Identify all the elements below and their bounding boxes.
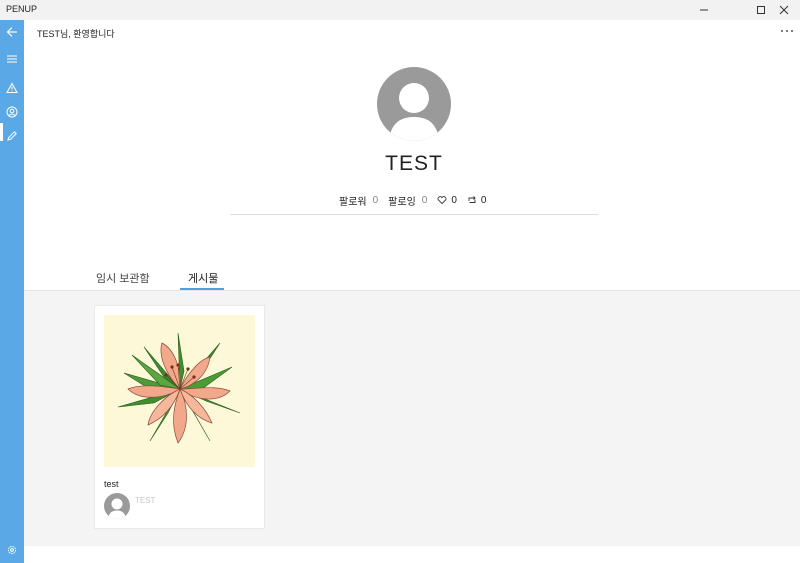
heart-icon [437,196,447,205]
tab-drafts[interactable]: 임시 보관함 [96,270,150,286]
post-title: test [104,479,119,489]
sidebar-settings-button[interactable] [0,540,24,560]
followers-label[interactable]: 팔로워 [339,193,367,208]
profile-divider [230,214,598,215]
alert-triangle-icon [6,82,18,93]
likes-count: 0 [451,194,457,206]
gear-icon [7,545,17,555]
post-author-avatar[interactable] [104,493,130,519]
minimize-button[interactable] [688,0,720,20]
minimize-icon [700,9,708,11]
more-dots-icon [781,30,793,32]
more-options-button[interactable] [778,24,796,38]
profile-stats: 팔로워 0 팔로잉 0 0 0 [339,193,496,208]
close-button[interactable] [768,0,800,20]
back-arrow-icon [6,27,17,37]
close-icon [779,5,789,15]
post-author-name[interactable]: TEST [135,496,155,505]
pencil-icon [7,131,17,141]
repost-icon [468,196,476,203]
sidebar [0,20,24,563]
tab-posts[interactable]: 게시물 [188,270,218,286]
app-title: PENUP [6,4,38,14]
title-bar: PENUP [0,0,800,20]
default-user-icon [389,83,439,141]
sidebar-item-notifications[interactable] [0,78,24,98]
hamburger-menu-icon [7,55,17,63]
user-circle-icon [6,106,18,118]
sidebar-menu-button[interactable] [0,49,24,69]
sidebar-item-profile[interactable] [0,102,24,122]
default-user-icon [108,498,126,519]
sidebar-item-draw[interactable] [0,126,24,146]
sidebar-back-button[interactable] [0,22,24,42]
post-image[interactable] [104,315,255,467]
lily-flower-drawing [117,332,241,444]
followers-count[interactable]: 0 [373,195,379,206]
reposts-count: 0 [480,194,487,206]
profile-avatar [377,67,451,141]
maximize-icon [757,6,765,14]
welcome-title: TEST님, 환영합니다 [37,29,115,39]
post-card[interactable]: test TEST [94,305,265,529]
following-count[interactable]: 0 [422,195,428,206]
profile-username: TEST [385,152,443,175]
following-label[interactable]: 팔로잉 [388,193,416,208]
